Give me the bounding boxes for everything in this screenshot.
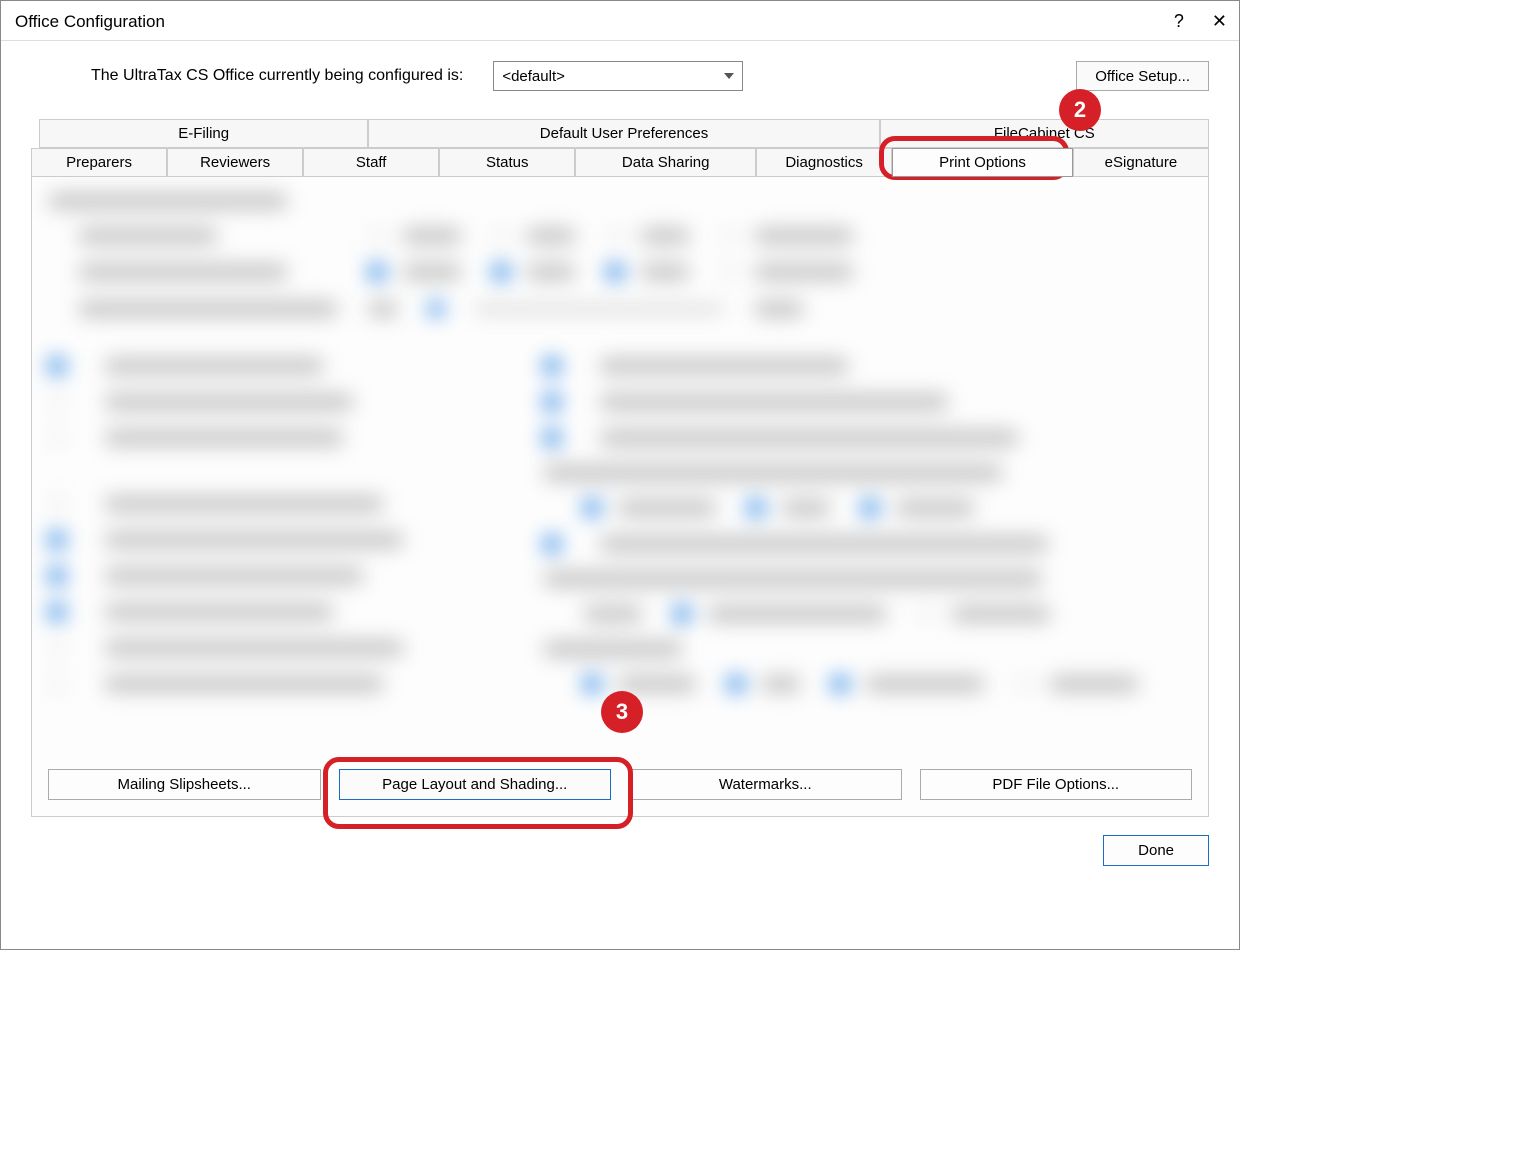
header-row: The UltraTax CS Office currently being c… [1,41,1239,101]
tab-data-sharing[interactable]: Data Sharing [575,148,756,177]
watermarks-button[interactable]: Watermarks... [629,769,902,800]
chevron-down-icon [724,73,734,79]
tab-filecabinet-cs[interactable]: FileCabinet CS [880,119,1209,148]
title-bar: Office Configuration ? ✕ [1,1,1239,41]
office-select-value: <default> [502,68,565,85]
tab-esignature[interactable]: eSignature [1073,148,1209,177]
blurred-options-area [48,193,1192,733]
mailing-slipsheets-button[interactable]: Mailing Slipsheets... [48,769,321,800]
tab-content-print-options: Mailing Slipsheets... Page Layout and Sh… [31,177,1209,817]
tab-preparers[interactable]: Preparers [31,148,167,177]
tab-diagnostics[interactable]: Diagnostics [756,148,892,177]
page-layout-shading-button[interactable]: Page Layout and Shading... [339,769,612,800]
bottom-buttons-row: Mailing Slipsheets... Page Layout and Sh… [48,769,1192,800]
office-configuration-window: Office Configuration ? ✕ The UltraTax CS… [0,0,1240,950]
office-select[interactable]: <default> [493,61,743,91]
footer: Done [31,835,1209,866]
tab-staff[interactable]: Staff [303,148,439,177]
tabs-row-2: Preparers Reviewers Staff Status Data Sh… [31,148,1209,177]
tab-default-user-prefs[interactable]: Default User Preferences [368,119,879,148]
done-button[interactable]: Done [1103,835,1209,866]
office-setup-button[interactable]: Office Setup... [1076,61,1209,91]
pdf-file-options-button[interactable]: PDF File Options... [920,769,1193,800]
config-label: The UltraTax CS Office currently being c… [91,67,463,85]
tab-e-filing[interactable]: E-Filing [39,119,368,148]
tabs-area: E-Filing Default User Preferences FileCa… [31,119,1209,817]
help-icon[interactable]: ? [1174,11,1184,32]
tab-status[interactable]: Status [439,148,575,177]
window-controls: ? ✕ [1174,11,1227,32]
tab-print-options[interactable]: Print Options [892,148,1073,177]
tab-reviewers[interactable]: Reviewers [167,148,303,177]
window-title: Office Configuration [15,12,165,32]
tabs-row-1: E-Filing Default User Preferences FileCa… [39,119,1209,148]
close-icon[interactable]: ✕ [1212,11,1227,32]
